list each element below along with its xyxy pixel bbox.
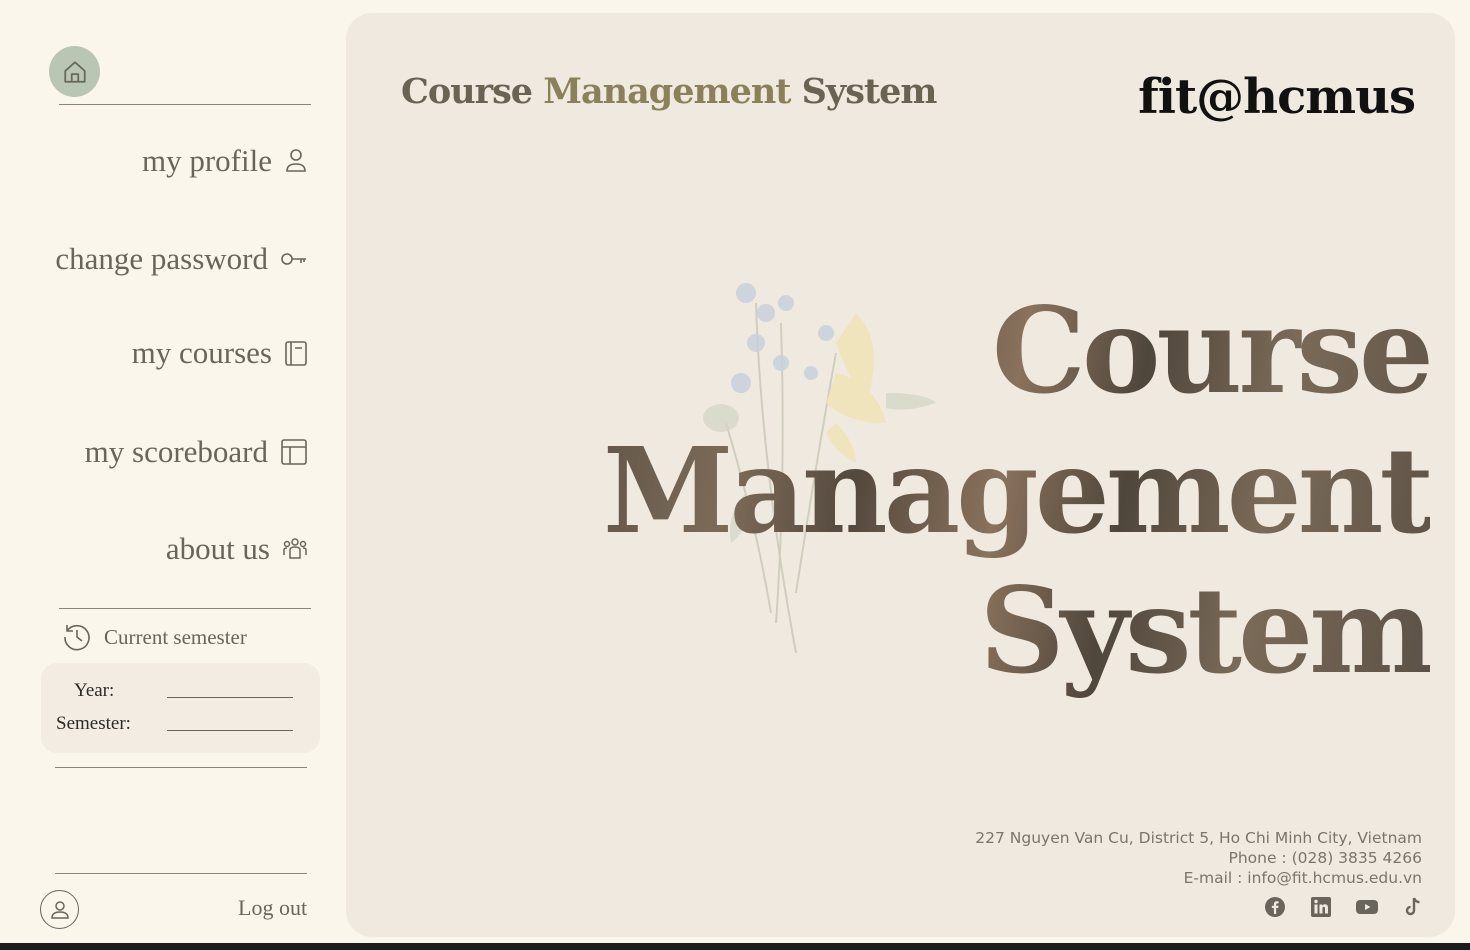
sidebar-item-about-us[interactable]: about us bbox=[166, 531, 308, 567]
linkedin-icon[interactable] bbox=[1309, 895, 1333, 919]
hero-line-system: System bbox=[979, 561, 1430, 700]
page-title: Course Management System bbox=[401, 71, 938, 112]
sidebar-item-my-profile[interactable]: my profile bbox=[142, 143, 308, 179]
hero-line-management: Management bbox=[602, 421, 1430, 560]
sidebar-item-label: my courses bbox=[131, 335, 272, 370]
year-value-line bbox=[167, 697, 293, 698]
sidebar-divider-lower bbox=[55, 767, 307, 768]
sidebar-divider-top bbox=[59, 104, 311, 105]
sidebar-item-my-courses[interactable]: my courses bbox=[132, 335, 308, 371]
sidebar-item-my-scoreboard[interactable]: my scoreboard bbox=[85, 434, 308, 470]
title-part-management: Management bbox=[543, 71, 791, 112]
avatar[interactable] bbox=[40, 890, 79, 929]
contact-phone: Phone : (028) 3835 4266 bbox=[1228, 849, 1422, 867]
title-part-course: Course bbox=[401, 71, 544, 112]
current-semester-heading: Current semester bbox=[62, 622, 247, 652]
user-avatar-icon bbox=[50, 900, 69, 919]
sidebar-item-change-password[interactable]: change password bbox=[55, 241, 308, 277]
home-button[interactable] bbox=[49, 46, 100, 97]
user-icon bbox=[286, 149, 306, 172]
contact-address: 227 Nguyen Van Cu, District 5, Ho Chi Mi… bbox=[975, 829, 1422, 847]
sidebar-item-label: change password bbox=[55, 241, 268, 276]
sidebar-divider-middle bbox=[59, 608, 311, 609]
notebook-icon bbox=[285, 341, 307, 366]
hero-heading: Course Management System bbox=[603, 281, 1430, 701]
hero-line-course: Course bbox=[991, 281, 1430, 420]
social-links bbox=[1263, 895, 1425, 919]
semester-info-box bbox=[41, 663, 320, 753]
contact-email: E-mail : info@fit.hcmus.edu.vn bbox=[1183, 869, 1422, 887]
sidebar-item-label: my profile bbox=[142, 143, 272, 178]
title-part-system: System bbox=[790, 71, 938, 112]
year-label: Year: bbox=[74, 680, 115, 701]
home-icon bbox=[63, 60, 86, 83]
main-panel: Course Management System fit@hcmus Cours… bbox=[346, 13, 1455, 937]
sidebar: my profile change password my courses my… bbox=[0, 0, 340, 943]
facebook-icon[interactable] bbox=[1263, 895, 1287, 919]
semester-label: Semester: bbox=[56, 713, 131, 734]
sidebar-item-label: about us bbox=[165, 531, 270, 566]
key-icon bbox=[281, 253, 306, 265]
tiktok-icon[interactable] bbox=[1401, 895, 1425, 919]
current-semester-label: Current semester bbox=[104, 624, 247, 649]
sidebar-item-label: my scoreboard bbox=[84, 434, 268, 469]
contact-info: 227 Nguyen Van Cu, District 5, Ho Chi Mi… bbox=[975, 828, 1422, 888]
sidebar-divider-bottom bbox=[55, 873, 307, 874]
bottom-edge-bar bbox=[0, 943, 1470, 950]
table-icon bbox=[281, 439, 307, 465]
youtube-icon[interactable] bbox=[1355, 895, 1379, 919]
semester-value-line bbox=[167, 730, 293, 731]
logout-button[interactable]: Log out bbox=[238, 895, 307, 921]
history-icon bbox=[64, 624, 90, 651]
team-icon bbox=[283, 538, 307, 559]
brand-logo-text: fit@hcmus bbox=[1138, 69, 1416, 125]
